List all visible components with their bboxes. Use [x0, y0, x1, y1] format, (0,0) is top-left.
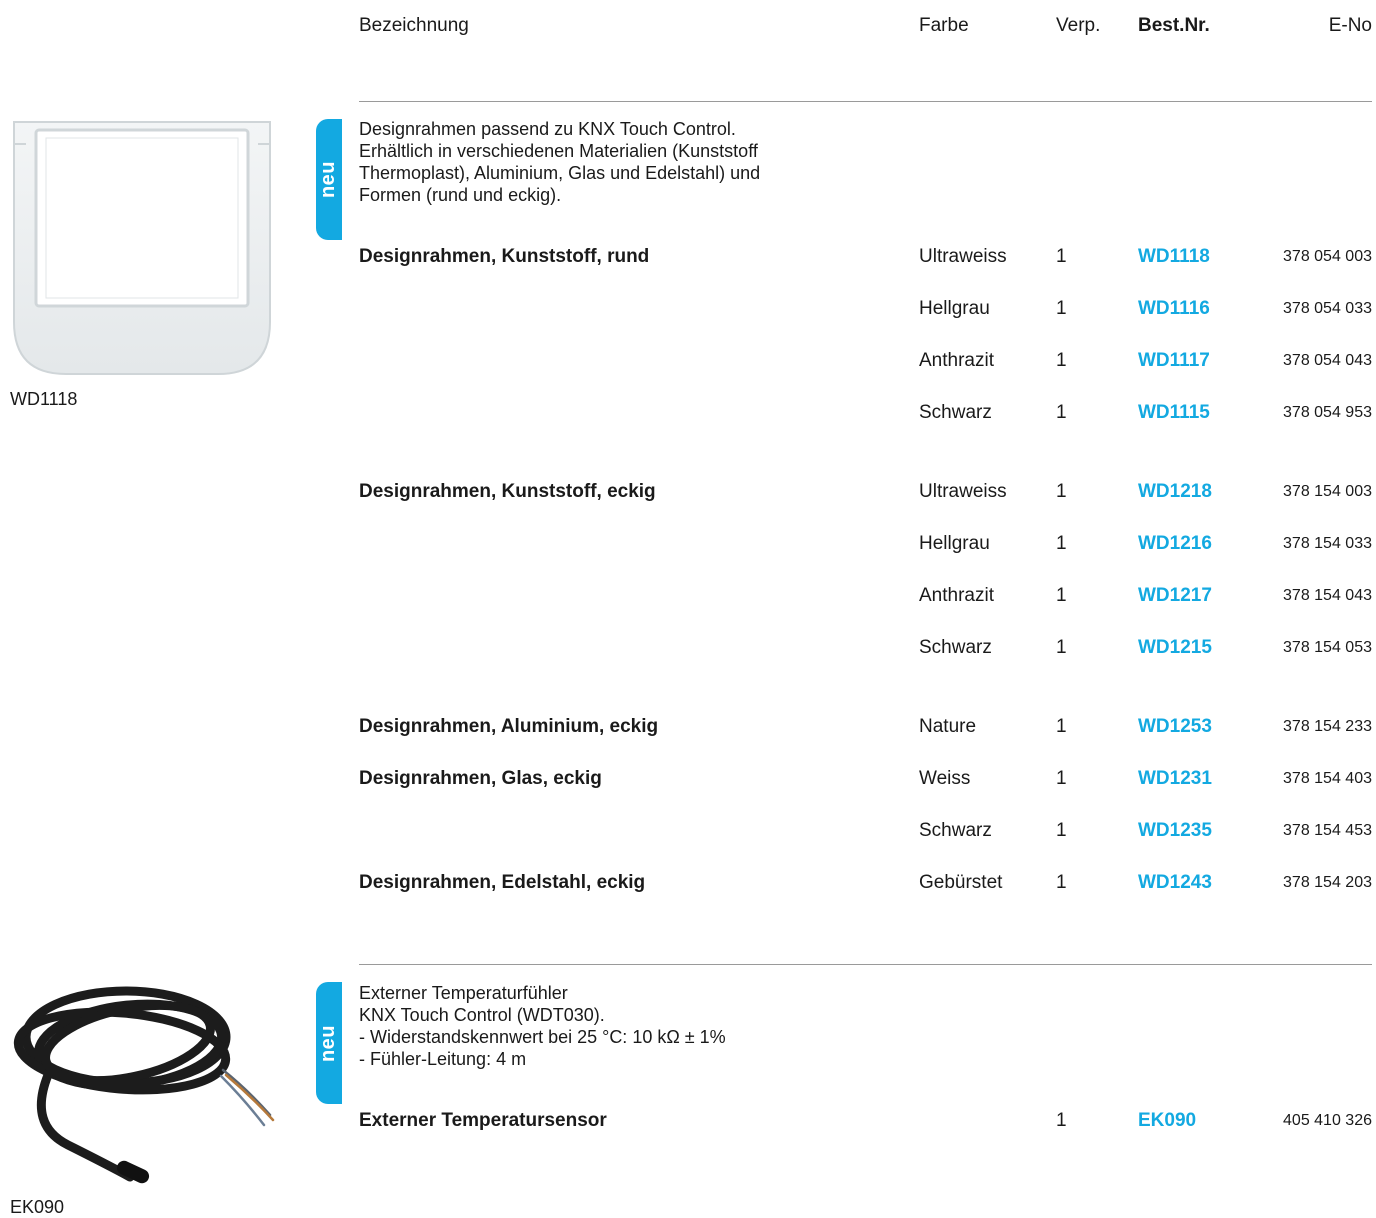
table-row: Designrahmen, Edelstahl, eckig Gebürstet… [359, 871, 1372, 895]
order-number-link[interactable]: WD1115 [1138, 401, 1210, 425]
order-number-link[interactable]: WD1215 [1138, 636, 1212, 660]
order-number-link[interactable]: WD1243 [1138, 871, 1212, 895]
neu-badge: neu [316, 982, 342, 1104]
table-row: Externer Temperatursensor 1 EK090 405 41… [359, 1109, 1372, 1133]
order-number-link[interactable]: EK090 [1138, 1109, 1196, 1133]
table-row: Schwarz 1 WD1115 378 054 953 [919, 401, 1372, 425]
order-number-link[interactable]: WD1118 [1138, 245, 1210, 269]
table-row: Schwarz 1 WD1235 378 154 453 [919, 819, 1372, 843]
section-divider [359, 101, 1372, 102]
header-bezeichnung: Bezeichnung [359, 15, 469, 36]
temperature-sensor-cable-icon [13, 986, 275, 1184]
order-number-link[interactable]: WD1218 [1138, 480, 1212, 504]
table-row: Anthrazit 1 WD1217 378 154 043 [919, 584, 1372, 608]
table-row: Designrahmen, Kunststoff, eckig Ultrawei… [359, 480, 1372, 504]
table-row: Hellgrau 1 WD1216 378 154 033 [919, 532, 1372, 556]
table-row: Designrahmen, Aluminium, eckig Nature 1 … [359, 715, 1372, 739]
header-e-no: E-No [1328, 15, 1372, 36]
product-description: Externer Temperaturfühler KNX Touch Cont… [359, 983, 726, 1069]
table-row: Designrahmen, Kunststoff, rund Ultraweis… [359, 245, 1372, 269]
neu-badge: neu [316, 119, 342, 240]
table-row: Designrahmen, Glas, eckig Weiss 1 WD1231… [359, 767, 1372, 791]
image-caption: EK090 [10, 1197, 65, 1217]
section-divider [359, 964, 1372, 965]
order-number-link[interactable]: WD1216 [1138, 532, 1212, 556]
order-number-link[interactable]: WD1117 [1138, 349, 1210, 373]
header-farbe: Farbe [919, 15, 969, 36]
order-number-link[interactable]: WD1235 [1138, 819, 1212, 843]
table-row: Hellgrau 1 WD1116 378 054 033 [919, 297, 1372, 321]
order-number-link[interactable]: WD1217 [1138, 584, 1212, 608]
header-verp: Verp. [1056, 15, 1101, 36]
product-description: Designrahmen passend zu KNX Touch Contro… [359, 119, 761, 205]
order-number-link[interactable]: WD1116 [1138, 297, 1210, 321]
table-row: Schwarz 1 WD1215 378 154 053 [919, 636, 1372, 660]
header-best-nr: Best.Nr. [1138, 15, 1210, 36]
table-row: Anthrazit 1 WD1117 378 054 043 [919, 349, 1372, 373]
order-number-link[interactable]: WD1231 [1138, 767, 1212, 791]
order-number-link[interactable]: WD1253 [1138, 715, 1212, 739]
